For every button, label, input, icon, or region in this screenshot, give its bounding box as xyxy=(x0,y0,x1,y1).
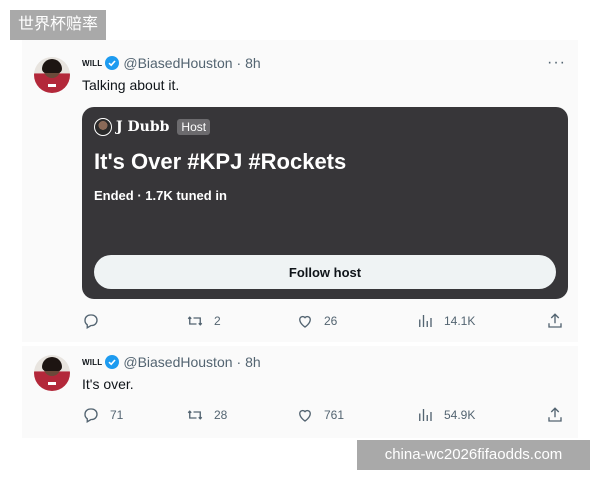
share-icon xyxy=(548,407,562,422)
watermark-bottom-right: china-wc2026fifaodds.com xyxy=(357,440,590,470)
retweet-icon xyxy=(187,410,203,420)
space-status: Ended · 1.7K tuned in xyxy=(94,188,227,203)
handle[interactable]: @BiasedHouston xyxy=(123,55,232,71)
tweet-text: It's over. xyxy=(82,376,134,392)
avatar[interactable] xyxy=(34,57,70,93)
share-button[interactable] xyxy=(546,406,574,424)
host-badge: Host xyxy=(177,119,211,135)
like-count: 26 xyxy=(324,314,338,328)
space-host: J Dubb Host xyxy=(94,118,211,136)
share-icon xyxy=(548,313,562,328)
like-button[interactable]: 26 xyxy=(296,312,337,330)
retweet-count: 28 xyxy=(214,408,228,422)
reply-count: 71 xyxy=(110,408,124,422)
space-title: It's Over #KPJ #Rockets xyxy=(94,149,347,174)
share-button[interactable] xyxy=(546,312,574,330)
display-name[interactable]: WILL xyxy=(82,358,102,367)
views-button[interactable]: 54.9K xyxy=(416,406,475,424)
timestamp[interactable]: · 8h xyxy=(237,354,261,370)
tweet[interactable]: WILL @BiasedHouston · 8h ··· Talking abo… xyxy=(22,40,578,342)
views-button[interactable]: 14.1K xyxy=(416,312,475,330)
display-name[interactable]: WILL xyxy=(82,59,102,68)
tweet-header: WILL @BiasedHouston · 8h xyxy=(82,354,261,370)
host-name: J Dubb xyxy=(116,119,170,135)
retweet-button[interactable]: 28 xyxy=(186,406,227,424)
timestamp[interactable]: · 8h xyxy=(237,55,261,71)
like-icon xyxy=(299,315,311,328)
views-icon xyxy=(419,315,432,327)
like-button[interactable]: 761 xyxy=(296,406,344,424)
verified-badge-icon xyxy=(105,56,120,70)
reply-icon xyxy=(84,314,98,329)
views-icon xyxy=(419,409,432,421)
host-avatar xyxy=(94,118,112,136)
reply-icon xyxy=(84,408,98,423)
timeline: WILL @BiasedHouston · 8h ··· Talking abo… xyxy=(22,40,578,438)
watermark-top-left: 世界杯赔率 xyxy=(10,10,107,40)
tweet-actions: 2 26 14.1K xyxy=(82,312,568,332)
more-icon[interactable]: ··· xyxy=(547,54,566,72)
retweet-count: 2 xyxy=(214,314,221,328)
space-card[interactable]: J Dubb Host It's Over #KPJ #Rockets Ende… xyxy=(82,107,568,299)
like-icon xyxy=(299,409,311,422)
tweet-header: WILL @BiasedHouston · 8h xyxy=(82,55,261,71)
tweet-actions: 71 28 761 54.9K xyxy=(82,406,568,426)
avatar[interactable] xyxy=(34,355,70,391)
like-count: 761 xyxy=(324,408,345,422)
follow-host-button[interactable]: Follow host xyxy=(94,255,556,289)
views-count: 54.9K xyxy=(444,408,476,422)
reply-button[interactable] xyxy=(82,312,110,330)
tweet[interactable]: WILL @BiasedHouston · 8h It's over. 71 2… xyxy=(22,346,578,438)
retweet-icon xyxy=(187,316,203,326)
verified-badge-icon xyxy=(105,355,120,369)
handle[interactable]: @BiasedHouston xyxy=(123,354,232,370)
views-count: 14.1K xyxy=(444,314,476,328)
reply-button[interactable]: 71 xyxy=(82,406,123,424)
tweet-text: Talking about it. xyxy=(82,77,180,93)
retweet-button[interactable]: 2 xyxy=(186,312,221,330)
